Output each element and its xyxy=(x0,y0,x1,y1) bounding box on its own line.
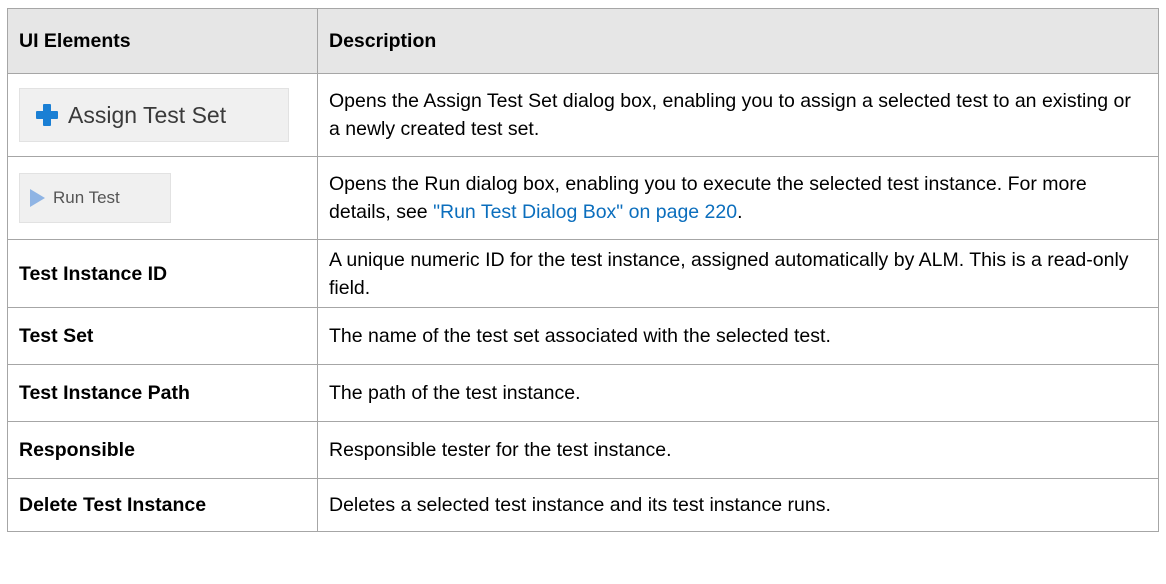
run-description-end: . xyxy=(737,201,743,223)
table-header-row: UI Elements Description xyxy=(7,8,1159,74)
description-cell: The path of the test instance. xyxy=(317,364,1159,422)
description-cell: Opens the Run dialog box, enabling you t… xyxy=(317,156,1159,240)
description-cell: Deletes a selected test instance and its… xyxy=(317,478,1159,532)
element-cell: Run Test xyxy=(7,156,318,240)
plus-icon xyxy=(36,104,58,126)
element-cell: Assign Test Set xyxy=(7,73,318,157)
run-test-button[interactable]: Run Test xyxy=(19,173,171,223)
ui-elements-table: UI Elements Description Assign Test Set … xyxy=(7,8,1159,532)
table-row: Delete Test Instance Deletes a selected … xyxy=(7,478,1159,532)
play-icon xyxy=(30,189,45,207)
element-name: Test Instance Path xyxy=(7,364,318,422)
description-cell: Responsible tester for the test instance… xyxy=(317,421,1159,479)
table-row: Responsible Responsible tester for the t… xyxy=(7,421,1159,479)
run-test-dialog-link[interactable]: "Run Test Dialog Box" on page 220 xyxy=(433,201,737,223)
table-row: Run Test Opens the Run dialog box, enabl… xyxy=(7,156,1159,240)
table-row: Assign Test Set Opens the Assign Test Se… xyxy=(7,73,1159,157)
assign-test-set-label: Assign Test Set xyxy=(68,102,227,128)
element-name: Test Instance ID xyxy=(7,239,318,308)
element-name: Delete Test Instance xyxy=(7,478,318,532)
element-name: Test Set xyxy=(7,307,318,365)
header-ui-elements: UI Elements xyxy=(7,8,318,74)
assign-test-set-button[interactable]: Assign Test Set xyxy=(19,88,289,142)
table-row: Test Set The name of the test set associ… xyxy=(7,307,1159,365)
description-cell: A unique numeric ID for the test instanc… xyxy=(317,239,1159,308)
header-description: Description xyxy=(317,8,1159,74)
element-name: Responsible xyxy=(7,421,318,479)
description-cell: Opens the Assign Test Set dialog box, en… xyxy=(317,73,1159,157)
run-test-label: Run Test xyxy=(53,188,120,207)
table-row: Test Instance Path The path of the test … xyxy=(7,364,1159,422)
description-cell: The name of the test set associated with… xyxy=(317,307,1159,365)
table-row: Test Instance ID A unique numeric ID for… xyxy=(7,239,1159,308)
